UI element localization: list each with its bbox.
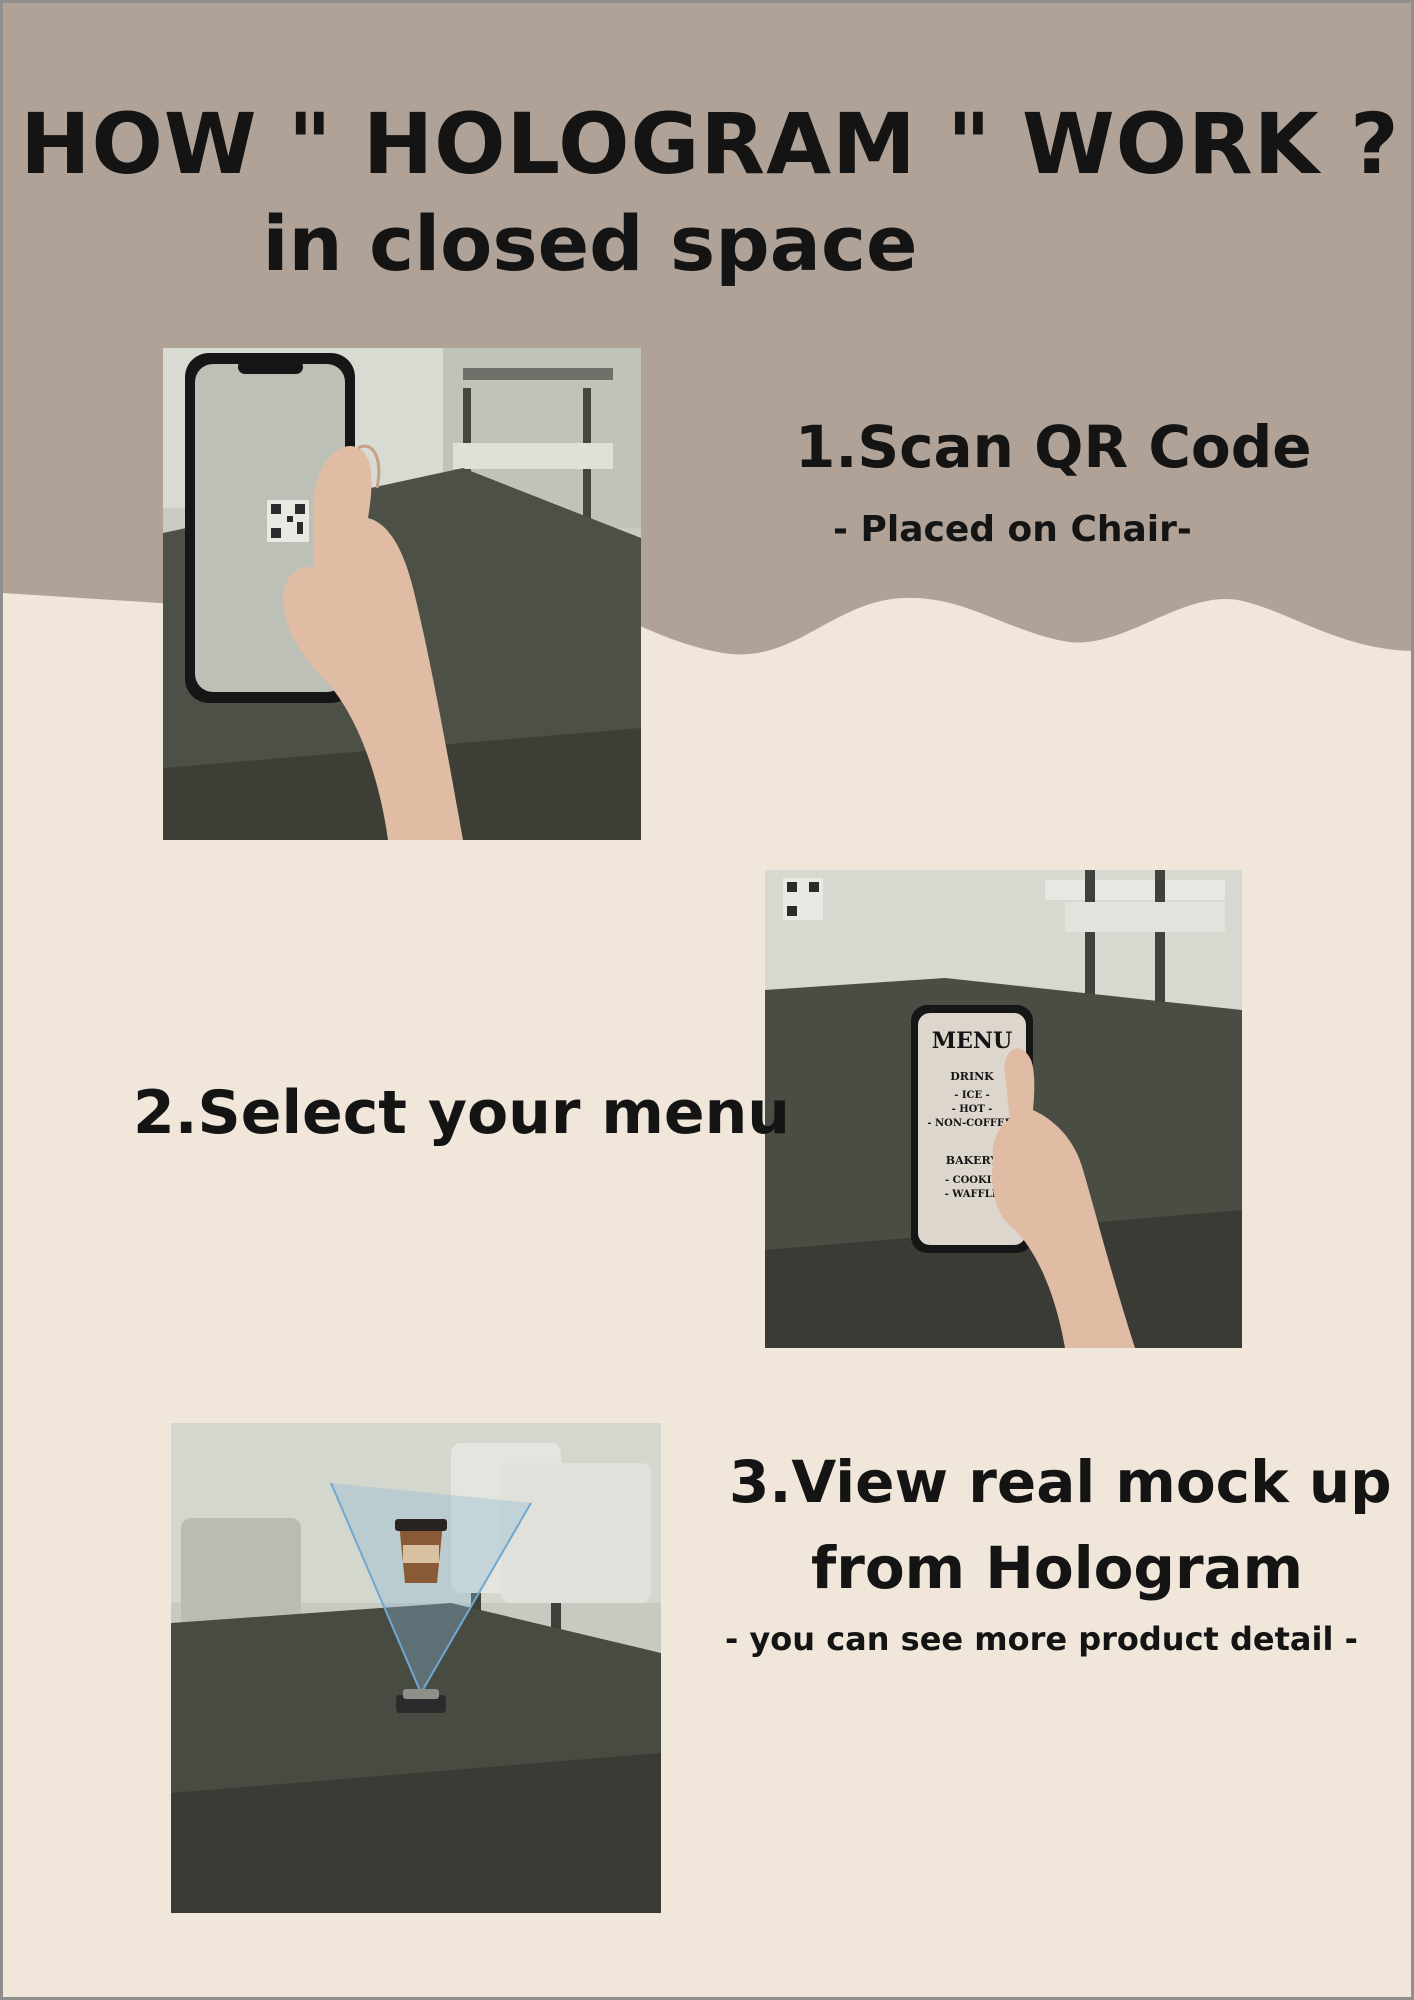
step3-note: - you can see more product detail -: [725, 1620, 1358, 1658]
photo-hologram: [171, 1423, 661, 1913]
poster: HOW " HOLOGRAM " WORK ? in closed space …: [0, 0, 1414, 2000]
photo-select-menu: MENU DRINK - ICE - - HOT - - NON-COFFEE-…: [765, 870, 1242, 1348]
menu-section-drink: DRINK: [950, 1070, 994, 1083]
step1-note: - Placed on Chair-: [833, 509, 1192, 550]
step1-title: 1.Scan QR Code: [795, 413, 1312, 481]
step3-title-line1: 3.View real mock up: [729, 1448, 1392, 1516]
menu-item: - COOKIE: [945, 1175, 999, 1186]
photo-scan-qr: [163, 348, 641, 840]
poster-title: HOW " HOLOGRAM " WORK ?: [20, 95, 1400, 193]
step3-title-line2: from Hologram: [811, 1534, 1304, 1602]
poster-subtitle: in closed space: [262, 199, 918, 288]
menu-section-bakery: BAKERY: [946, 1154, 999, 1167]
menu-item: - HOT -: [952, 1104, 993, 1115]
menu-heading: MENU: [932, 1028, 1012, 1054]
menu-item: - WAFFLE: [945, 1189, 1000, 1200]
menu-item: - ICE -: [954, 1090, 990, 1101]
step2-title: 2.Select your menu: [133, 1078, 791, 1148]
